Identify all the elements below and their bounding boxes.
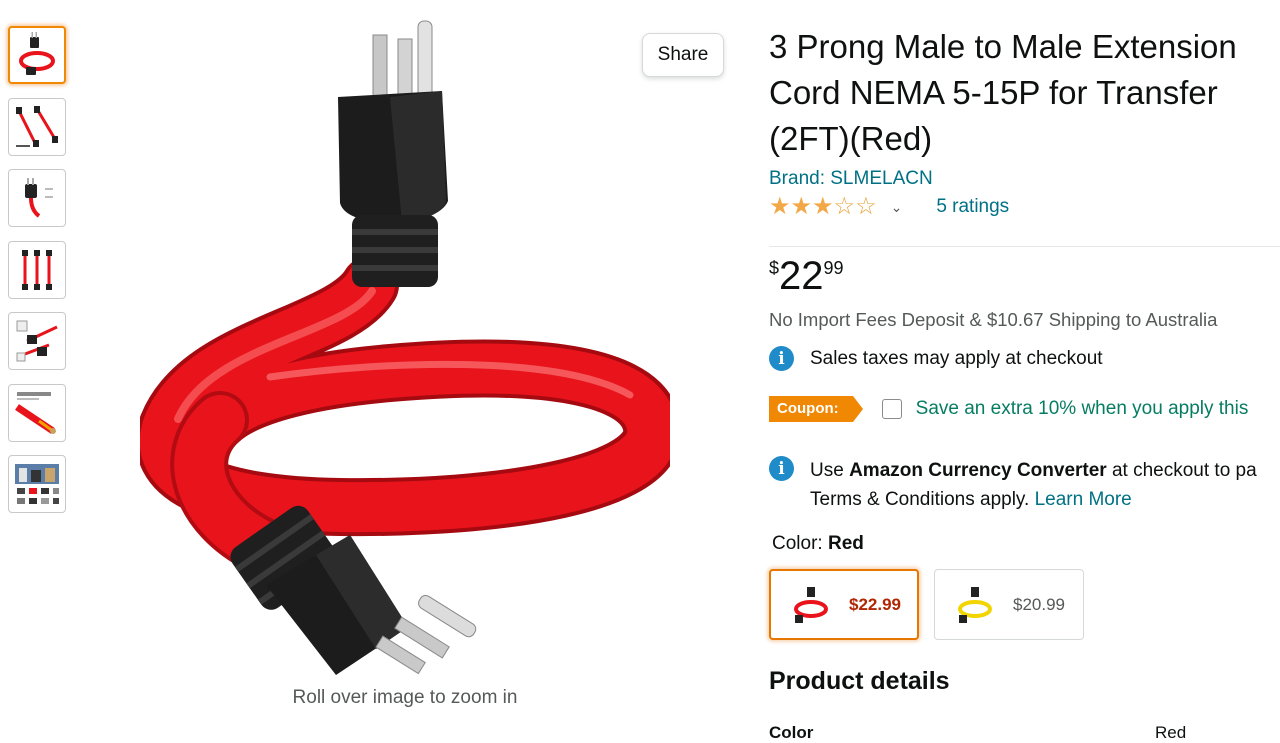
divider xyxy=(769,246,1280,247)
star-empty-icon: ☆ xyxy=(855,193,877,220)
currency-converter-text: Use Amazon Currency Converter at checkou… xyxy=(810,456,1257,514)
thumbnail-4[interactable] xyxy=(8,240,66,299)
thumbnail-6[interactable] xyxy=(8,383,66,442)
detail-key: Color xyxy=(769,723,814,742)
import-fees-note: No Import Fees Deposit & $10.67 Shipping… xyxy=(769,309,1218,330)
star-full-icon: ★ xyxy=(812,193,834,220)
thumbnail-1[interactable] xyxy=(8,26,66,84)
currency-converter-row: i Use Amazon Currency Converter at check… xyxy=(769,456,1257,514)
price-fraction: 99 xyxy=(823,258,844,278)
brand-link[interactable]: Brand: SLMELACN xyxy=(769,168,1280,190)
currency-use-text: Use xyxy=(810,460,850,481)
star-empty-icon: ☆ xyxy=(833,193,856,220)
share-button[interactable]: Share xyxy=(642,33,724,77)
thumbnail-3[interactable] xyxy=(8,169,66,227)
color-label: Color: Red xyxy=(772,533,864,555)
tax-note: Sales taxes may apply at checkout xyxy=(810,347,1103,369)
coupon-checkbox[interactable] xyxy=(881,399,902,419)
star-full-icon: ★ xyxy=(790,193,813,220)
thumbnail-7[interactable] xyxy=(8,455,66,513)
rating-row: ★★★☆☆ ⌄ 5 ratings xyxy=(769,193,1280,221)
learn-more-link[interactable]: Learn More xyxy=(1035,489,1132,510)
detail-value: Red xyxy=(1155,723,1187,742)
red-cord-swatch-image xyxy=(794,586,828,623)
color-label-text: Color: xyxy=(772,533,828,554)
star-full-icon: ★ xyxy=(769,193,791,220)
extension-cord-image xyxy=(135,20,682,675)
color-swatch-red[interactable]: $22.99 xyxy=(769,569,919,640)
price: $ 22 99 xyxy=(769,253,844,299)
tax-row: i Sales taxes may apply at checkout xyxy=(769,346,1103,371)
thumbnail-5[interactable] xyxy=(8,312,66,370)
info-icon[interactable]: i xyxy=(769,456,794,481)
color-swatch-yellow[interactable]: $20.99 xyxy=(934,569,1084,640)
selected-color: Red xyxy=(827,533,864,554)
product-info: 3 Prong Male to Male Extension Cord NEMA… xyxy=(769,24,1280,742)
thumbnail-strip xyxy=(8,26,70,527)
chevron-down-icon[interactable]: ⌄ xyxy=(891,199,903,216)
zoom-hint: Roll over image to zoom in xyxy=(292,687,518,708)
main-product-image[interactable] xyxy=(135,15,682,675)
product-details-heading: Product details xyxy=(769,667,950,695)
coupon-badge: Coupon: xyxy=(769,396,863,422)
coupon-text[interactable]: Save an extra 10% when you apply this xyxy=(916,398,1249,420)
currency-converter-name: Amazon Currency Converter xyxy=(849,460,1107,481)
yellow-cord-swatch-image xyxy=(958,586,992,623)
thumbnail-2[interactable] xyxy=(8,97,66,156)
product-title: 3 Prong Male to Male Extension Cord NEMA… xyxy=(769,28,1237,157)
ratings-count-link[interactable]: 5 ratings xyxy=(936,196,1009,218)
coupon-row: Coupon: Save an extra 10% when you apply… xyxy=(769,396,1248,422)
currency-after-text: at checkout to pa xyxy=(1106,460,1257,481)
terms-text: Terms & Conditions apply. xyxy=(810,489,1035,510)
price-symbol: $ xyxy=(769,258,780,278)
star-rating[interactable]: ★★★☆☆ xyxy=(769,195,877,219)
swatch-price: $22.99 xyxy=(849,594,901,614)
swatch-price: $20.99 xyxy=(1013,594,1065,614)
price-whole: 22 xyxy=(779,254,824,298)
info-icon[interactable]: i xyxy=(769,346,794,371)
